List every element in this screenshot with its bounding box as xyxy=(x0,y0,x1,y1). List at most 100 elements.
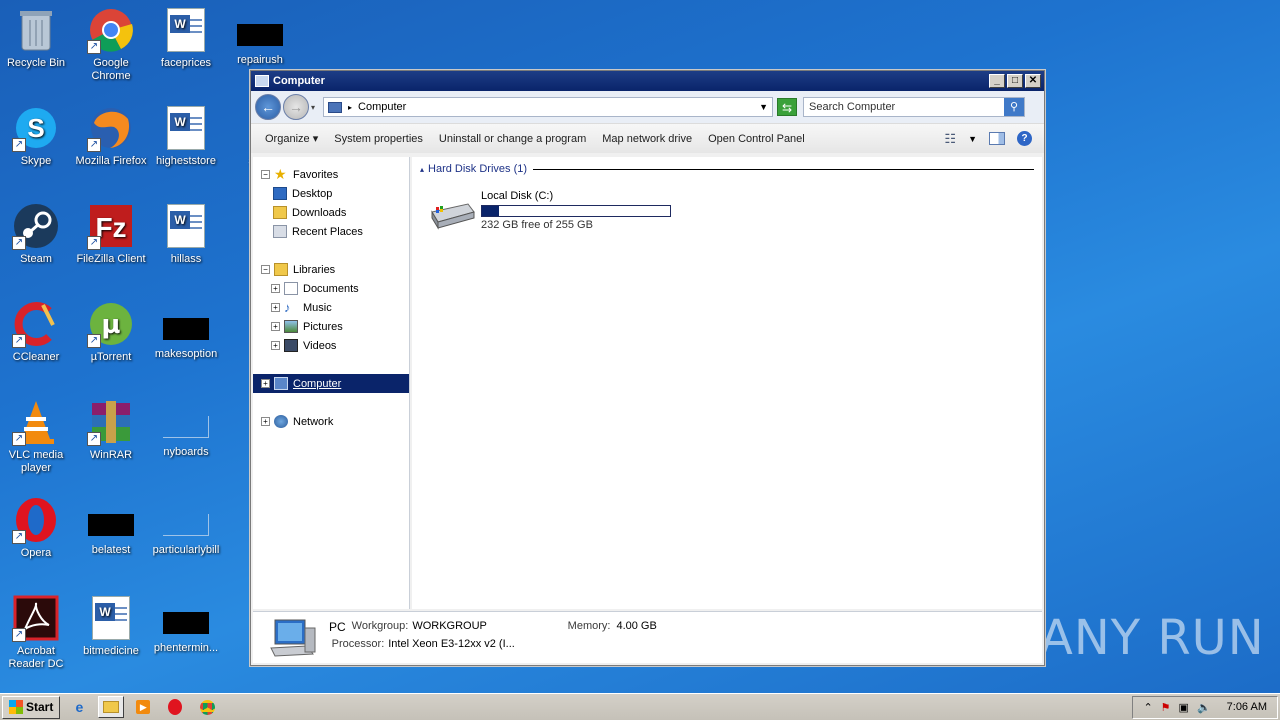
network-tray-icon[interactable]: ▣ xyxy=(1179,701,1189,714)
address-dropdown-icon[interactable]: ▼ xyxy=(759,102,768,112)
clock[interactable]: 7:06 AM xyxy=(1227,701,1267,713)
expand-icon[interactable]: + xyxy=(261,379,270,388)
desktop-icon-vlc[interactable]: ↗ VLC media player xyxy=(0,398,74,475)
collapse-icon[interactable]: − xyxy=(261,265,270,274)
address-bar[interactable]: ▸ Computer ▼ xyxy=(323,97,774,117)
shortcut-arrow-icon: ↗ xyxy=(87,138,101,152)
change-view-icon[interactable]: ☷ xyxy=(944,131,956,147)
breadcrumb-computer[interactable]: Computer xyxy=(358,101,406,113)
help-icon[interactable]: ? xyxy=(1017,131,1032,146)
expand-icon[interactable]: + xyxy=(271,322,280,331)
word-document-icon: W xyxy=(162,6,210,54)
open-control-panel-button[interactable]: Open Control Panel xyxy=(700,133,813,145)
map-network-drive-button[interactable]: Map network drive xyxy=(594,133,700,145)
media-player-icon[interactable]: ▶ xyxy=(130,696,156,718)
steam-icon: ↗ xyxy=(12,202,60,250)
desktop-icon-filezilla[interactable]: Fz ↗ FileZilla Client xyxy=(73,202,149,266)
back-button[interactable]: ← xyxy=(255,94,281,120)
navigation-pane[interactable]: − ★ Favorites Desktop Downloads Recent P… xyxy=(253,157,410,609)
nav-network[interactable]: + Network xyxy=(253,412,409,431)
refresh-button[interactable]: ⇆ xyxy=(777,98,798,116)
chrome-taskbar-icon[interactable] xyxy=(194,696,220,718)
desktop-icon-higheststore[interactable]: W higheststore xyxy=(148,104,224,168)
desktop-icon-steam[interactable]: ↗ Steam xyxy=(0,202,74,266)
search-placeholder: Search Computer xyxy=(809,101,896,113)
expand-icon[interactable]: + xyxy=(271,303,280,312)
desktop-icon-belatest[interactable]: belatest xyxy=(73,496,149,557)
nav-downloads[interactable]: Downloads xyxy=(253,203,409,222)
recycle-bin-icon xyxy=(12,6,60,54)
action-center-flag-icon[interactable]: ⚑ xyxy=(1161,701,1171,714)
drive-name: Local Disk (C:) xyxy=(481,190,554,202)
windows-logo-icon xyxy=(9,700,23,714)
word-document-icon: W xyxy=(87,594,135,642)
nav-pictures[interactable]: + Pictures xyxy=(253,317,409,336)
desktop-icon-label: Google Chrome xyxy=(91,57,131,82)
volume-icon[interactable]: 🔈 xyxy=(1197,701,1211,714)
desktop-icon-label: phentermin... xyxy=(153,642,219,654)
desktop-icon-repairush[interactable]: repairush xyxy=(222,6,298,67)
desktop-icon-phentermin[interactable]: phentermin... xyxy=(148,594,224,655)
desktop-icon-faceprices[interactable]: W faceprices xyxy=(148,6,224,70)
close-button[interactable]: ✕ xyxy=(1025,74,1041,88)
desktop-icon-acrobat[interactable]: ↗ Acrobat Reader DC xyxy=(0,594,74,671)
explorer-window[interactable]: Computer _ □ ✕ ← → ▾ ▸ Computer ▼ ⇆ Sear… xyxy=(250,70,1045,666)
desktop-icon-label: WinRAR xyxy=(89,449,133,461)
start-button[interactable]: Start xyxy=(2,695,61,719)
maximize-button[interactable]: □ xyxy=(1007,74,1023,88)
redacted-icon xyxy=(163,612,209,634)
internet-explorer-icon[interactable]: e xyxy=(66,696,92,718)
nav-favorites[interactable]: − ★ Favorites xyxy=(253,165,409,184)
nav-desktop[interactable]: Desktop xyxy=(253,184,409,203)
redacted-icon xyxy=(88,514,134,536)
desktop-icon-winrar[interactable]: ↗ WinRAR xyxy=(73,398,149,462)
preview-pane-icon[interactable] xyxy=(989,132,1005,145)
breadcrumb-separator-icon[interactable]: ▸ xyxy=(348,103,352,112)
desktop-icon-chrome[interactable]: ↗ Google Chrome xyxy=(73,6,149,83)
desktop-icon-hillass[interactable]: W hillass xyxy=(148,202,224,266)
drive-item[interactable]: Local Disk (C:) 232 GB free of 255 GB xyxy=(428,190,671,231)
search-input[interactable]: Search Computer ⚲ xyxy=(803,97,1026,117)
nav-music[interactable]: + ♪ Music xyxy=(253,298,409,317)
collapse-group-icon[interactable]: ▴ xyxy=(420,165,424,174)
title-bar[interactable]: Computer _ □ ✕ xyxy=(251,71,1044,91)
explorer-taskbar-icon[interactable] xyxy=(98,696,125,718)
collapse-icon[interactable]: − xyxy=(261,170,270,179)
system-tray: ⌃ ⚑ ▣ 🔈 7:06 AM xyxy=(1132,695,1278,719)
desktop-icon-opera[interactable]: ↗ Opera xyxy=(0,496,74,560)
nav-libraries[interactable]: − Libraries xyxy=(253,260,409,279)
desktop-icon-firefox[interactable]: ↗ Mozilla Firefox xyxy=(73,104,149,168)
desktop-icon-skype[interactable]: S ↗ Skype xyxy=(0,104,74,168)
expand-icon[interactable]: + xyxy=(271,341,280,350)
nav-computer[interactable]: + Computer xyxy=(253,374,409,393)
nav-videos[interactable]: + Videos xyxy=(253,336,409,355)
uninstall-program-button[interactable]: Uninstall or change a program xyxy=(431,133,594,145)
word-document-icon: W xyxy=(162,104,210,152)
opera-taskbar-icon[interactable] xyxy=(162,696,188,718)
view-dropdown-icon[interactable]: ▼ xyxy=(968,134,977,144)
shortcut-arrow-icon: ↗ xyxy=(12,236,26,250)
desktop-icon-recycle-bin[interactable]: Recycle Bin xyxy=(0,6,74,70)
show-hidden-icons-icon[interactable]: ⌃ xyxy=(1143,701,1152,714)
organize-button[interactable]: Organize ▾ xyxy=(257,132,326,145)
desktop-icon-particularlybill[interactable]: particularlybill xyxy=(148,496,224,557)
desktop-icon-utorrent[interactable]: µ ↗ µTorrent xyxy=(73,300,149,364)
minimize-button[interactable]: _ xyxy=(989,74,1005,88)
filezilla-icon: Fz ↗ xyxy=(87,202,135,250)
desktop-icon-makesoption[interactable]: makesoption xyxy=(148,300,224,361)
recent-pages-dropdown-icon[interactable]: ▾ xyxy=(311,103,315,112)
nav-recent-places[interactable]: Recent Places xyxy=(253,222,409,241)
desktop-icon-ccleaner[interactable]: ↗ CCleaner xyxy=(0,300,74,364)
content-pane[interactable]: ▴ Hard Disk Drives (1) Local Disk (C:) 2… xyxy=(412,157,1042,609)
desktop-icon-nyboards[interactable]: nyboards xyxy=(148,398,224,459)
group-header[interactable]: ▴ Hard Disk Drives (1) xyxy=(420,163,1034,175)
nav-documents[interactable]: + Documents xyxy=(253,279,409,298)
expand-icon[interactable]: + xyxy=(271,284,280,293)
desktop-icon-bitmedicine[interactable]: W bitmedicine xyxy=(73,594,149,658)
forward-button[interactable]: → xyxy=(283,94,309,120)
nav-label: Computer xyxy=(293,377,342,390)
desktop-icon-label: bitmedicine xyxy=(83,645,139,657)
system-properties-button[interactable]: System properties xyxy=(326,133,431,145)
search-icon[interactable]: ⚲ xyxy=(1004,98,1025,116)
expand-icon[interactable]: + xyxy=(261,417,270,426)
